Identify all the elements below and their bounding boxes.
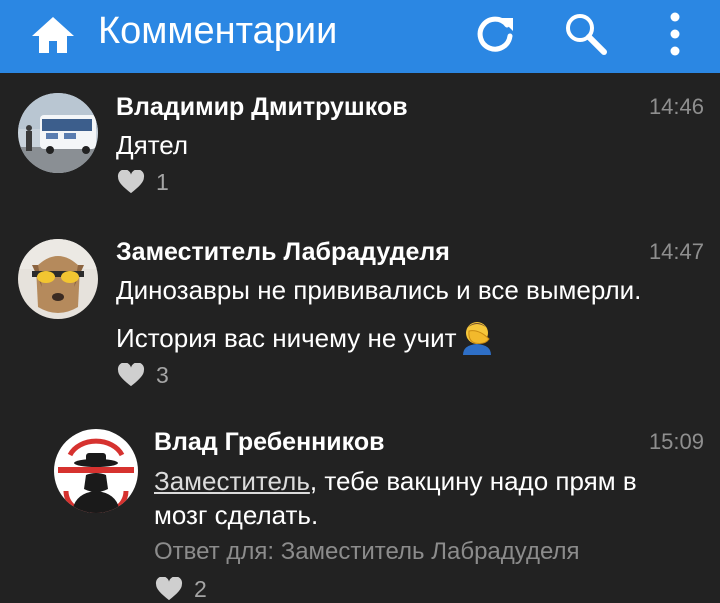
comment-author[interactable]: Владимир Дмитрушков — [116, 92, 408, 122]
search-icon[interactable] — [562, 10, 608, 56]
facepalm-emoji — [462, 322, 491, 355]
comment-text-line-1: Заместитель, тебе вакцину надо прям в — [154, 464, 637, 498]
reply-comment-item[interactable]: Влад Гребенников 15:09 Заместитель, тебе… — [0, 413, 720, 602]
more-vertical-icon[interactable] — [660, 10, 690, 58]
heart-icon — [117, 170, 145, 194]
comment-author[interactable]: Заместитель Лабрадуделя — [116, 237, 450, 267]
comment-text-rest: , тебе вакцину надо прям в — [309, 466, 637, 496]
like-button[interactable]: 2 — [154, 575, 234, 603]
like-count: 2 — [194, 576, 207, 602]
avatar[interactable] — [54, 429, 138, 513]
comment-time: 15:09 — [648, 429, 704, 454]
comment-text-line-1: Динозавры не прививались и все вымерли. — [116, 275, 642, 305]
like-button[interactable]: 3 — [116, 361, 196, 389]
heart-icon — [155, 577, 183, 601]
comment-author[interactable]: Влад Гребенников — [154, 427, 384, 457]
comment-time: 14:47 — [648, 239, 704, 264]
comment-text-line-2-text: История вас ничему не учит — [116, 323, 457, 353]
comment-item[interactable]: Владимир Дмитрушков 14:46 Дятел 1 — [0, 73, 720, 213]
heart-icon — [117, 363, 145, 387]
comment-text-line-2: мозг сделать. — [154, 500, 319, 530]
like-count: 1 — [156, 169, 169, 195]
avatar[interactable] — [18, 93, 98, 173]
like-count: 3 — [156, 362, 169, 388]
home-icon[interactable] — [30, 15, 76, 55]
comment-text: Дятел — [116, 130, 189, 160]
comment-time: 14:46 — [648, 94, 704, 119]
comment-item[interactable]: Заместитель Лабрадуделя 14:47 Динозавры … — [0, 213, 720, 413]
refresh-icon[interactable] — [474, 12, 516, 54]
page-title: Комментарии — [98, 10, 338, 52]
reply-to-label[interactable]: Ответ для: Заместитель Лабрадуделя — [154, 537, 580, 567]
mention-link[interactable]: Заместитель — [154, 466, 310, 496]
avatar[interactable] — [18, 239, 98, 319]
like-button[interactable]: 1 — [116, 168, 196, 196]
top-app-bar: Комментарии — [0, 0, 720, 73]
comment-text-line-2: История вас ничему не учит — [116, 319, 495, 355]
